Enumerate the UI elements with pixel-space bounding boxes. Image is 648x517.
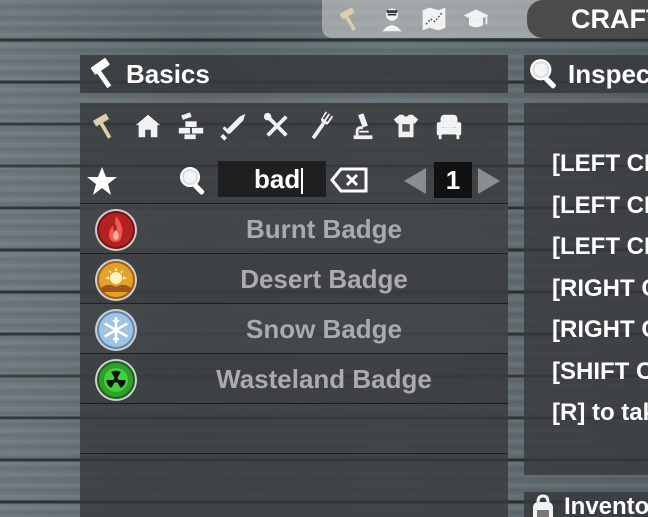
panel-title: Inventory <box>564 493 648 517</box>
recipe-panel: bad 1 Burnt Badge Desert Badge Snow Badg… <box>80 103 508 517</box>
survivor-icon <box>382 8 402 32</box>
hint-line: [SHIFT CL <box>552 357 648 385</box>
hint-line: [R] to tak <box>552 399 648 426</box>
building-blocks-icon <box>178 112 204 140</box>
search-row: bad 1 <box>80 155 508 205</box>
burnt-badge-icon <box>95 209 137 251</box>
panel-title: Basics <box>126 58 210 89</box>
recipe-name: Burnt Badge <box>246 214 402 244</box>
category-clothing[interactable] <box>389 109 423 143</box>
recipe-list: Burnt Badge Desert Badge Snow Badge Wast… <box>80 203 508 503</box>
search-input[interactable]: bad <box>218 161 326 197</box>
category-decor[interactable] <box>432 109 466 143</box>
recipe-name: Desert Badge <box>240 264 408 294</box>
recipe-name: Snow Badge <box>245 314 402 344</box>
hint-line: [LEFT CLIC <box>552 150 648 177</box>
recipe-row-wasteland-badge[interactable]: Wasteland Badge <box>80 353 508 403</box>
graduation-cap-icon <box>463 9 489 28</box>
backspace-icon[interactable] <box>330 165 370 195</box>
snow-badge-icon <box>95 309 137 351</box>
category-building[interactable] <box>131 109 165 143</box>
hammer-icon <box>339 7 356 31</box>
empty-slot <box>80 453 508 503</box>
recipe-name: Wasteland Badge <box>216 364 432 394</box>
text-caret <box>301 168 304 195</box>
hammer-icon <box>90 58 112 89</box>
hint-line: [RIGHT CL <box>552 274 648 302</box>
category-weapons[interactable] <box>217 109 251 143</box>
category-science[interactable] <box>346 109 380 143</box>
fork-icon <box>311 111 334 140</box>
hint-line: [LEFT CLIC <box>552 191 648 219</box>
category-food[interactable] <box>303 109 337 143</box>
recipe-row-burnt-badge[interactable]: Burnt Badge <box>80 203 508 253</box>
recipe-row-snow-badge[interactable]: Snow Badge <box>80 303 508 353</box>
character-menu-button[interactable] <box>376 3 408 35</box>
sword-icon <box>220 113 246 141</box>
search-value: bad <box>254 164 301 194</box>
category-blocks[interactable] <box>174 109 208 143</box>
hint-line: [LEFT CLIC <box>552 233 648 260</box>
search-icon <box>530 59 556 89</box>
star-icon[interactable] <box>86 165 118 197</box>
backpack-icon <box>533 494 553 517</box>
category-basics[interactable] <box>88 109 122 143</box>
search-icon <box>180 167 205 195</box>
basics-header: Basics <box>80 55 508 93</box>
chair-icon <box>436 114 462 140</box>
craft-tab[interactable]: CRAFT <box>527 0 648 38</box>
inspect-panel: [LEFT CLIC [LEFT CLIC [LEFT CLIC [RIGHT … <box>524 103 648 475</box>
desert-badge-icon <box>95 259 137 301</box>
map-menu-button[interactable] <box>418 3 450 35</box>
skills-menu-button[interactable] <box>460 3 492 35</box>
empty-slot <box>80 403 508 453</box>
prev-page-icon[interactable] <box>402 166 428 196</box>
hammer-icon <box>93 113 112 139</box>
microscope-icon <box>353 113 373 140</box>
hint-line: [RIGHT CL <box>552 316 648 343</box>
inspect-header: Inspect <box>524 55 648 93</box>
wasteland-badge-icon <box>95 359 137 401</box>
top-menu-bar: CRAFT <box>322 0 648 38</box>
category-tools[interactable] <box>260 109 294 143</box>
page-number: 1 <box>434 162 472 198</box>
house-icon <box>135 114 161 138</box>
armor-icon <box>393 114 419 138</box>
recipe-row-desert-badge[interactable]: Desert Badge <box>80 253 508 303</box>
control-hints: [LEFT CLIC [LEFT CLIC [LEFT CLIC [RIGHT … <box>552 143 648 434</box>
tools-icon <box>263 112 288 137</box>
crafting-menu-button[interactable] <box>334 3 366 35</box>
panel-title: Inspect <box>568 58 648 89</box>
map-icon <box>422 7 446 31</box>
next-page-icon[interactable] <box>476 166 502 196</box>
category-bar <box>80 103 508 149</box>
inventory-header: Inventory <box>524 492 648 517</box>
